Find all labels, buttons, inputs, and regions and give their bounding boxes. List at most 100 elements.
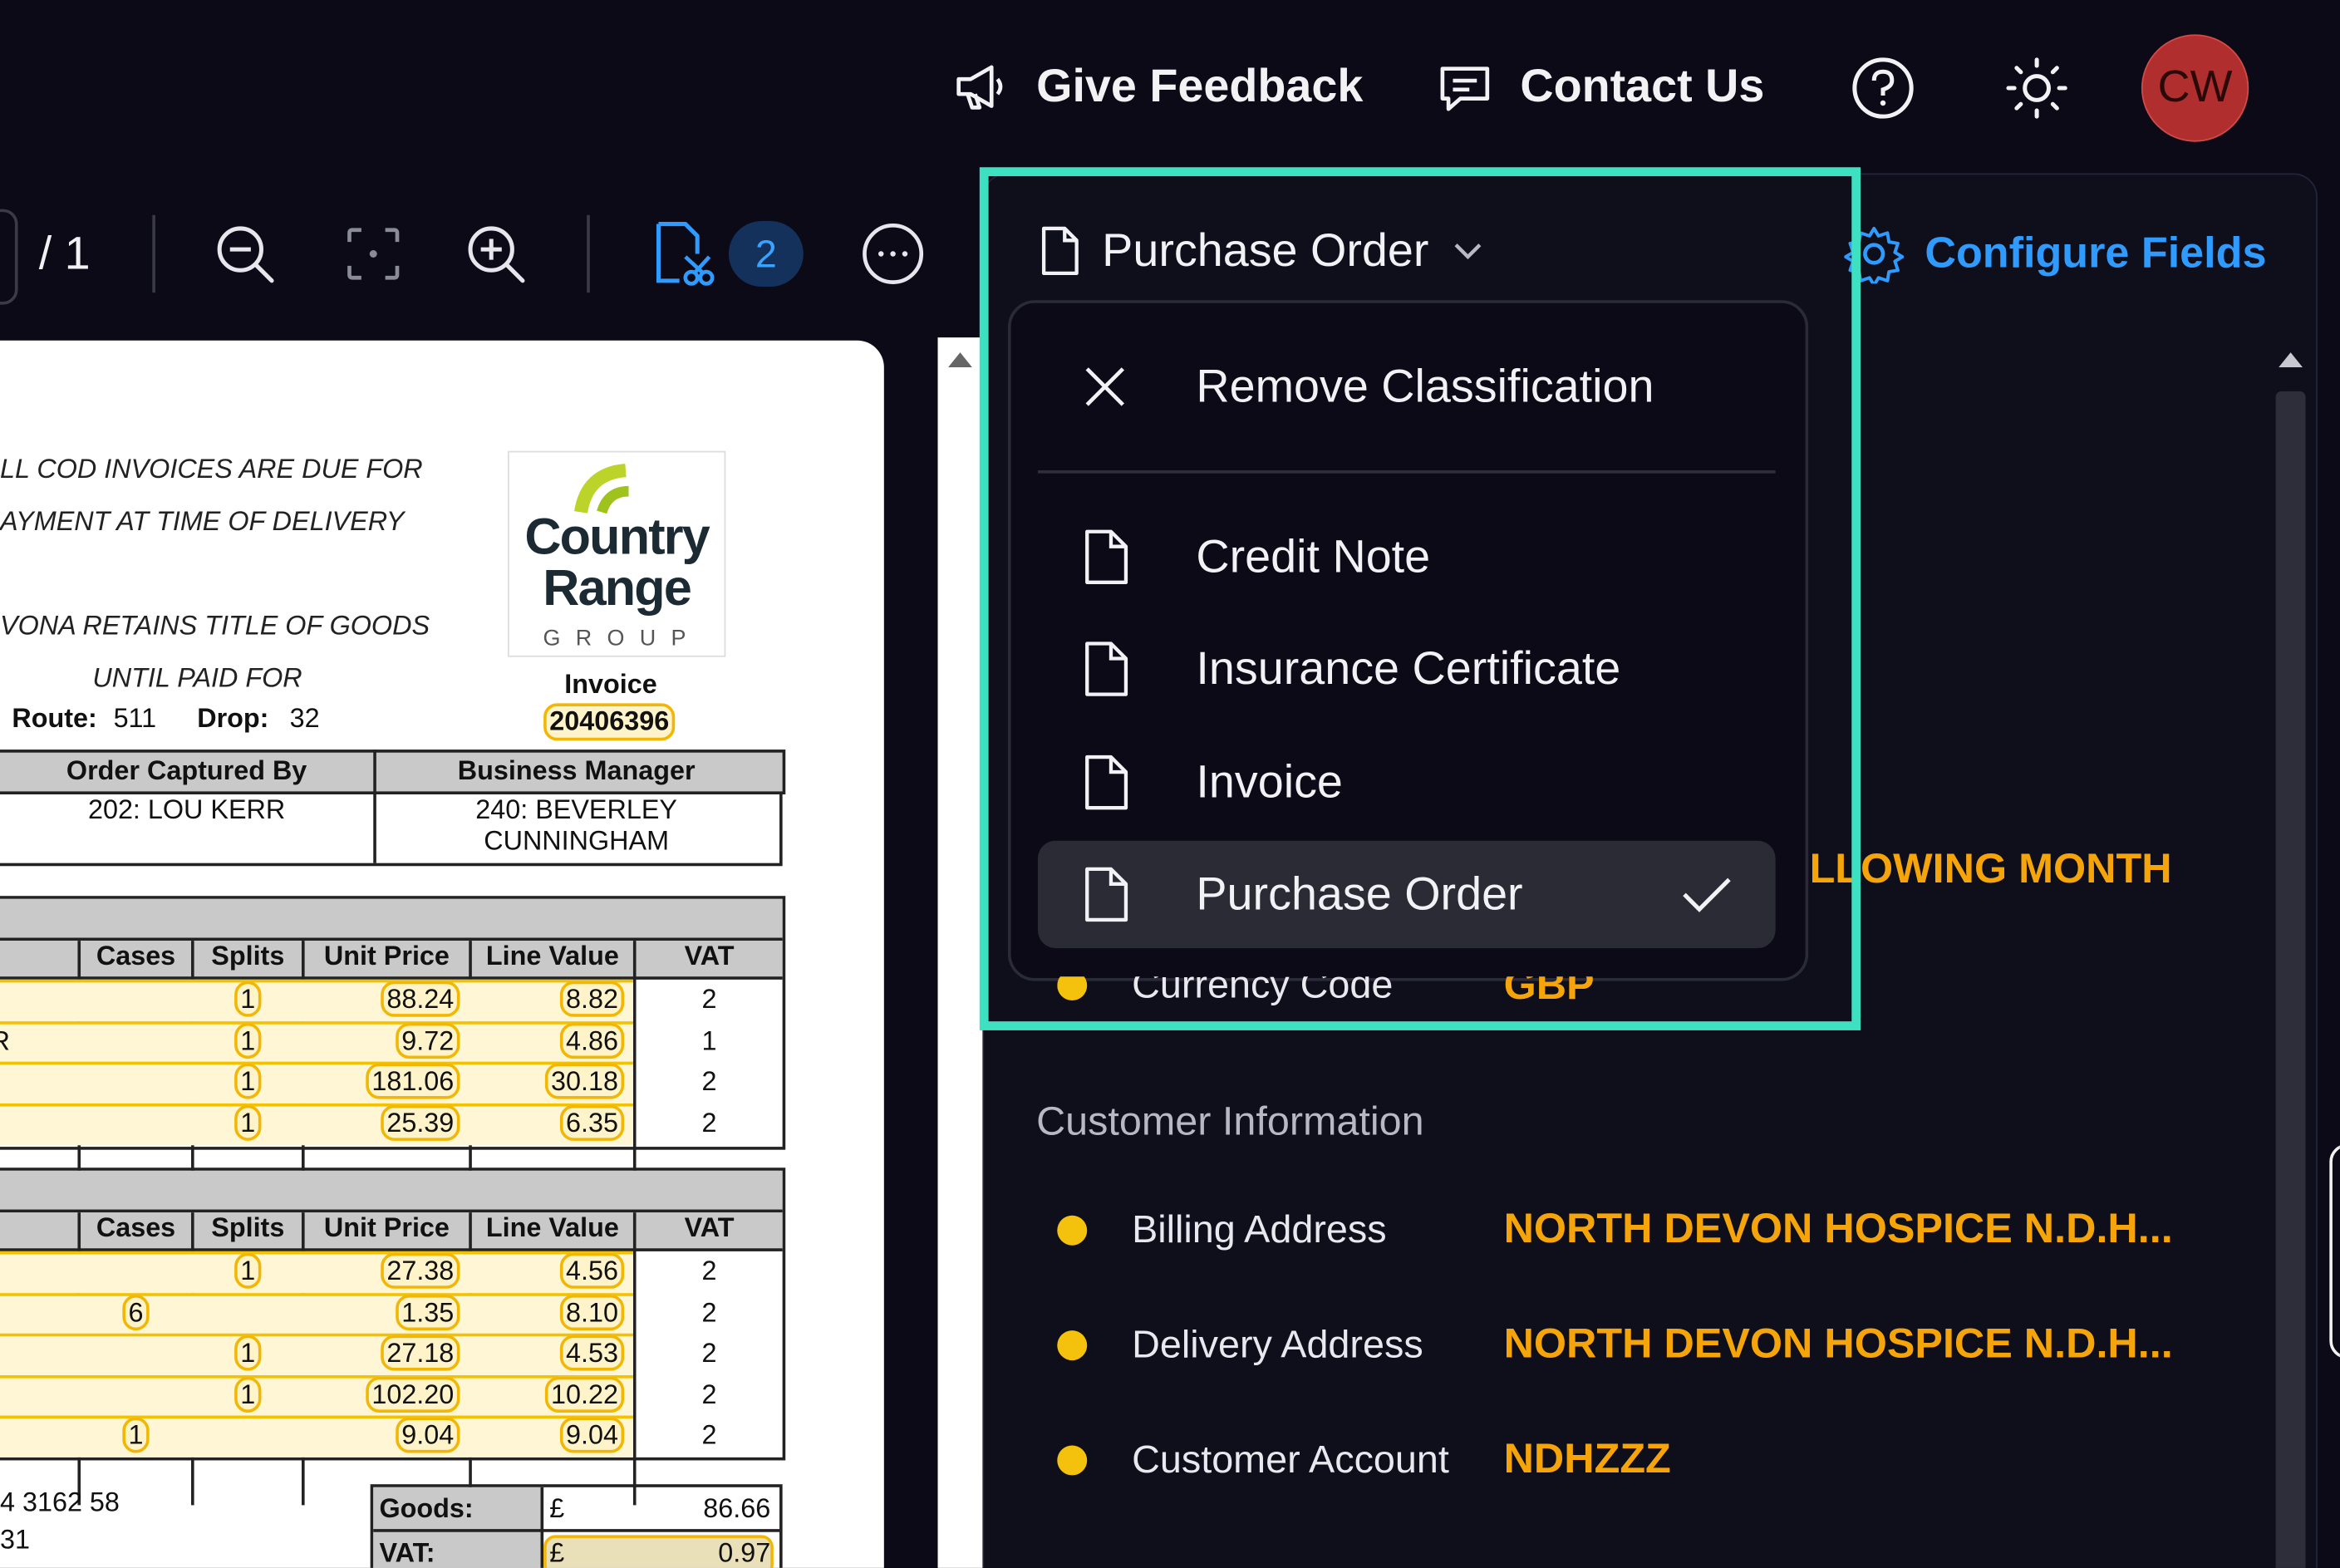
table-cell-line: 30.18: [472, 1063, 625, 1099]
page-total: / 1: [38, 227, 91, 280]
table-cell-line: 4.56: [472, 1252, 625, 1289]
highlighted-value: 1: [234, 981, 262, 1017]
column-header: Unit Price: [323, 941, 450, 971]
scroll-thumb[interactable]: [2275, 391, 2306, 1568]
table-cell-line: 8.82: [472, 981, 625, 1017]
table-cell-unit: 102.20: [305, 1375, 460, 1413]
zoom-out-icon: [217, 226, 274, 283]
status-dot: [1057, 1214, 1088, 1245]
table-cell-vat: 2: [701, 1066, 717, 1096]
column-header: Line Value: [485, 1212, 619, 1243]
user-avatar[interactable]: CW: [2141, 34, 2249, 142]
grid-line: [373, 1529, 780, 1532]
side-tab-handle[interactable]: [2329, 1143, 2340, 1359]
table-cell-unit: 1.35: [305, 1294, 460, 1330]
highlighted-value: 1: [234, 1252, 262, 1289]
invoice-number: 20406396: [543, 703, 676, 741]
status-dot: [1057, 1444, 1088, 1475]
table-cell-vat: 2: [701, 984, 717, 1015]
zoom-in-button[interactable]: [460, 218, 531, 289]
toolbar-divider: [152, 214, 155, 293]
scroll-up-icon: [2279, 352, 2303, 368]
highlighted-value: 27.18: [381, 1335, 460, 1371]
toolbar-divider: [587, 214, 590, 293]
table-cell-cases: 6: [81, 1294, 191, 1330]
vat-label: VAT:: [379, 1537, 435, 1568]
annotations-button[interactable]: [648, 218, 717, 289]
line-items-table: ze Cases Splits Unit Price Line Value VAT 1 27.…: [0, 1167, 786, 1506]
field-row[interactable]: Customer Account: [1057, 1437, 1449, 1483]
more-horizontal-icon: [863, 224, 924, 284]
logo-group-text: G R O U P: [543, 625, 691, 651]
field-row[interactable]: Delivery Address: [1057, 1321, 1423, 1368]
theme-toggle-button[interactable]: [2003, 54, 2072, 123]
table-cell-splits: 1: [194, 1335, 302, 1371]
fit-page-button[interactable]: [337, 218, 409, 289]
table-cell-splits: 1: [194, 1103, 302, 1141]
field-label: Customer Account: [1132, 1436, 1449, 1482]
column-header: Line Value: [485, 941, 619, 971]
status-dot: [1057, 1330, 1088, 1360]
zoom-in-icon: [468, 226, 525, 283]
highlighted-value: 88.24: [381, 981, 460, 1017]
table-cell-line: 4.53: [472, 1335, 625, 1371]
annotation-count-badge: 2: [728, 220, 804, 288]
business-manager-value: 240: BEVERLEY: [475, 794, 678, 824]
highlighted-value: 1: [234, 1063, 262, 1099]
table-cell-unit: 9.72: [305, 1022, 460, 1059]
table-cell-unit: 88.24: [305, 981, 460, 1017]
table-cell-unit: 25.39: [305, 1103, 460, 1141]
table-cell-vat: 2: [701, 1419, 717, 1450]
footer-text: 31: [0, 1524, 30, 1555]
contact-us-button[interactable]: Contact Us: [1437, 54, 1764, 120]
highlighted-value: 1: [234, 1103, 262, 1141]
table-cell-cases: 1: [81, 1417, 191, 1453]
table-cell-splits: 1: [194, 1252, 302, 1289]
column-header: Unit Price: [323, 1212, 450, 1243]
vat-value: 0.97: [718, 1537, 771, 1568]
highlighted-value: 4.56: [559, 1252, 625, 1289]
document-scrollbar[interactable]: [937, 337, 983, 1568]
highlighted-value: 4.86: [559, 1022, 625, 1059]
field-row[interactable]: Billing Address: [1057, 1207, 1387, 1253]
highlighted-value: 181.06: [366, 1063, 460, 1099]
more-options-button[interactable]: [860, 221, 926, 287]
field-value[interactable]: NORTH DEVON HOSPICE N.D.H...: [1504, 1205, 2173, 1253]
highlighted-value: 1.35: [396, 1294, 460, 1330]
highlighted-value: 9.72: [396, 1022, 460, 1059]
avatar-initials: CW: [2157, 62, 2233, 112]
give-feedback-button[interactable]: Give Feedback: [952, 54, 1363, 120]
table-cell-vat: 2: [701, 1338, 717, 1369]
table-cell-vat: 2: [701, 1296, 717, 1327]
country-range-logo: Country Range G R O U P: [507, 450, 726, 657]
give-feedback-label: Give Feedback: [1036, 59, 1364, 112]
invoice-label: Invoice: [564, 669, 657, 699]
zoom-out-button[interactable]: [209, 218, 281, 289]
configure-fields-label: Configure Fields: [1925, 229, 2267, 278]
column-header: Splits: [211, 941, 285, 971]
chat-bubble-icon: [1440, 66, 1490, 111]
panel-scrollbar[interactable]: [2269, 337, 2311, 1568]
highlighted-value: 1: [234, 1375, 262, 1413]
document-page: LL COD INVOICES ARE DUE FOR AYMENT AT TI…: [0, 340, 884, 1568]
field-label: Delivery Address: [1132, 1321, 1423, 1367]
highlighted-value: 1: [234, 1335, 262, 1371]
business-manager-value: CUNNINGHAM: [484, 825, 670, 856]
goods-value: 86.66: [703, 1493, 771, 1523]
highlighted-value: 6: [122, 1294, 150, 1330]
table-cell-unit: 27.38: [305, 1252, 460, 1289]
configure-fields-button[interactable]: Configure Fields: [1844, 224, 2266, 284]
table-cell-vat: 2: [701, 1256, 717, 1286]
field-value[interactable]: NDHZZZ: [1504, 1435, 1671, 1483]
field-value[interactable]: NORTH DEVON HOSPICE N.D.H...: [1504, 1320, 2173, 1369]
table-cell-vat: 2: [701, 1379, 717, 1409]
footer-text: 4 3162 58: [0, 1487, 120, 1517]
table-cell-line: 8.10: [472, 1294, 625, 1330]
help-button[interactable]: [1849, 54, 1918, 123]
column-header: VAT: [684, 941, 735, 971]
highlighted-value: 27.38: [381, 1252, 460, 1289]
vat-currency: £: [549, 1537, 565, 1568]
sun-icon: [2006, 57, 2067, 119]
page-number-input[interactable]: [0, 209, 18, 305]
totals-box: Goods: £ 86.66 VAT: £ 0.97: [370, 1484, 783, 1568]
